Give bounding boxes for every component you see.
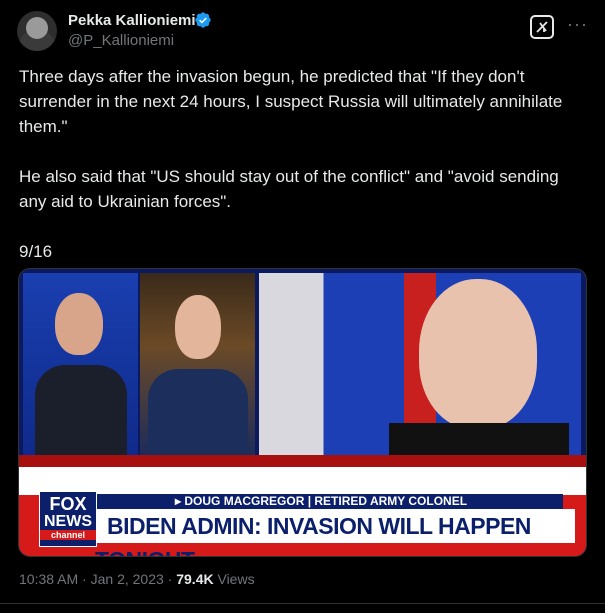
chyron-top: ▸ DOUG MACGREGOR | RETIRED ARMY COLONEL xyxy=(95,494,563,509)
grok-icon[interactable] xyxy=(530,15,554,39)
left-host-panel xyxy=(23,273,138,455)
more-icon[interactable]: ··· xyxy=(567,14,588,35)
guest-panel xyxy=(140,273,255,455)
avatar[interactable] xyxy=(17,11,57,51)
author-name[interactable]: Pekka Kallioniemi xyxy=(68,12,196,29)
tweet-time[interactable]: 10:38 AM xyxy=(19,571,78,587)
author-handle[interactable]: @P_Kallioniemi xyxy=(68,32,174,49)
tweet-media-image[interactable]: ▸ DOUG MACGREGOR | RETIRED ARMY COLONEL … xyxy=(18,268,587,557)
putin-panel xyxy=(259,273,581,455)
views-label: Views xyxy=(217,571,255,587)
divider xyxy=(0,603,605,604)
chyron-headline: BIDEN ADMIN: INVASION WILL HAPPEN TONIGH… xyxy=(95,509,575,556)
grok-glyph-icon xyxy=(536,21,548,33)
fox-news-logo: FOX NEWS channel xyxy=(39,491,97,547)
tweet[interactable]: Pekka Kallioniemi @P_Kallioniemi ··· Thr… xyxy=(0,0,605,613)
tweet-meta: 10:38 AM · Jan 2, 2023 · 79.4K Views xyxy=(19,571,255,587)
tweet-date[interactable]: Jan 2, 2023 xyxy=(91,571,164,587)
tweet-text: Three days after the invasion begun, he … xyxy=(19,67,563,261)
views-count: 79.4K xyxy=(176,571,214,587)
verified-badge-icon xyxy=(195,12,211,28)
